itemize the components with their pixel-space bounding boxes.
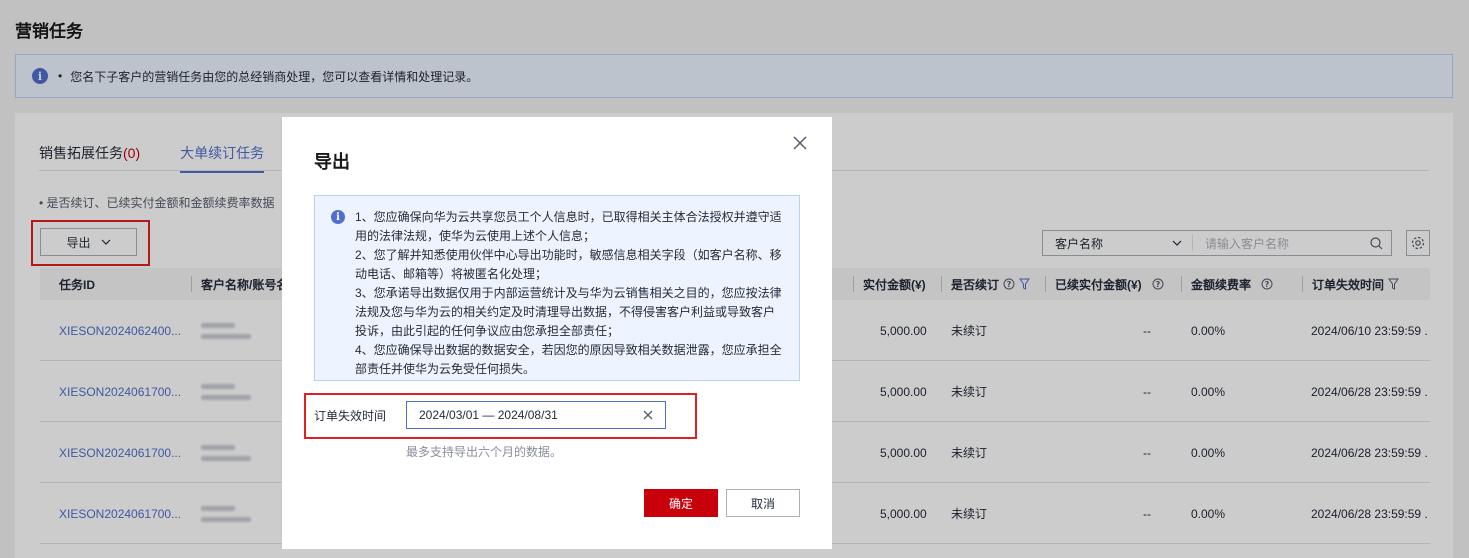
info-line: 3、您承诺导出数据仅用于内部运营统计及与华为云销售相关之目的，您应按法律 (355, 286, 782, 300)
info-line: 法规及您与华为云的相关约定及时清理导出数据，不得侵害客户利益或导致客户 (355, 305, 776, 319)
field-highlight-box (304, 393, 697, 439)
info-line: 部责任并使华为云免受任何损失。 (355, 362, 536, 376)
info-icon: i (331, 210, 345, 224)
info-line: 4、您应确保导出数据的数据安全，若因您的原因导致相关数据泄露，您应承担全 (355, 343, 782, 357)
dialog-title: 导出 (314, 152, 350, 172)
export-dialog: 导出 i 1、您应确保向华为云共享您员工个人信息时，已取得相关主体合法授权并遵守… (282, 117, 832, 549)
dialog-info-box: i 1、您应确保向华为云共享您员工个人信息时，已取得相关主体合法授权并遵守适 用… (314, 195, 800, 381)
info-line: 2、您了解并知悉使用伙伴中心导出功能时，敏感信息相关字段（如客户名称、移 (355, 248, 782, 262)
info-line: 1、您应确保向华为云共享您员工个人信息时，已取得相关主体合法授权并遵守适 (355, 210, 782, 224)
close-icon[interactable] (788, 131, 812, 155)
info-line: 用的法律法规，使华为云使用上述个人信息； (355, 229, 596, 243)
date-range-hint: 最多支持导出六个月的数据。 (406, 445, 563, 459)
info-line: 投诉，由此引起的任何争议应由您承担全部责任； (355, 324, 620, 338)
cancel-button[interactable]: 取消 (726, 489, 800, 517)
confirm-button[interactable]: 确定 (644, 489, 718, 517)
info-line: 动电话、邮箱等）将被匿名化处理； (355, 267, 548, 281)
